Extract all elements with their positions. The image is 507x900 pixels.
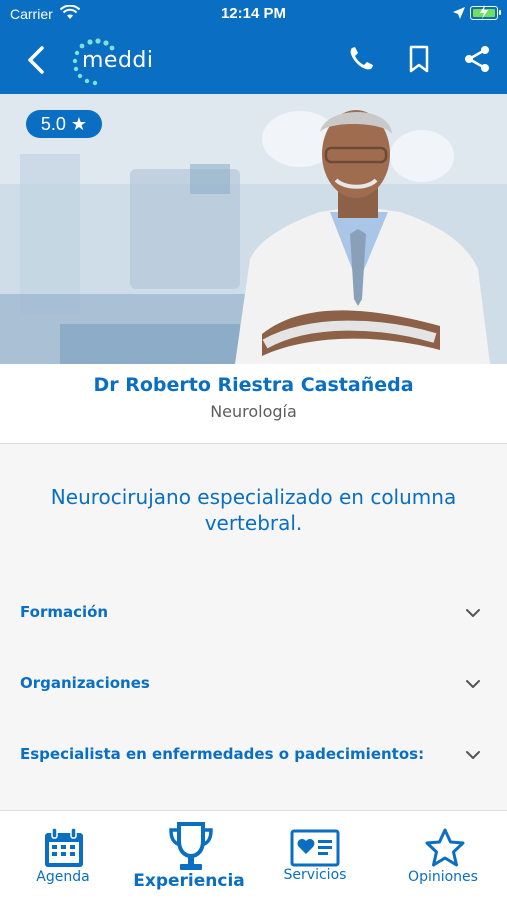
tab-servicios[interactable]: Servicios <box>252 811 378 900</box>
section-especialista[interactable]: Especialista en enfermedades o padecimie… <box>0 731 507 781</box>
doctor-bio: Neurocirujano especializado en columna v… <box>50 485 457 535</box>
doctor-specialty: Neurología <box>210 402 297 421</box>
doctor-name: Dr Roberto Riestra Castañeda <box>93 374 414 396</box>
share-icon[interactable] <box>462 44 492 74</box>
doctor-photo: 5.0 ★ <box>0 94 507 364</box>
section-label: Organizaciones <box>20 674 150 692</box>
section-formacion[interactable]: Formación <box>0 589 507 639</box>
bookmark-icon[interactable] <box>404 44 434 74</box>
star-icon <box>425 828 465 867</box>
section-organizaciones[interactable]: Organizaciones <box>0 660 507 710</box>
status-bar: Carrier 12:14 PM <box>0 0 507 30</box>
tab-label: Opiniones <box>408 869 478 885</box>
tab-experiencia[interactable]: Experiencia <box>126 811 252 900</box>
chevron-down-icon <box>466 680 480 688</box>
calendar-icon <box>45 827 83 867</box>
trophy-icon <box>169 822 213 870</box>
tab-opiniones[interactable]: Opiniones <box>380 811 506 900</box>
app-header: Carrier 12:14 PM meddi <box>0 0 507 94</box>
status-time: 12:14 PM <box>220 5 287 22</box>
tab-label: Servicios <box>283 867 347 883</box>
phone-icon[interactable] <box>346 44 376 74</box>
tab-label: Experiencia <box>133 871 245 891</box>
tab-label: Agenda <box>36 869 90 885</box>
rating-badge: 5.0 ★ <box>26 110 102 138</box>
section-label: Formación <box>20 603 109 621</box>
battery-icon <box>470 5 501 20</box>
meddi-logo: meddi <box>68 36 168 86</box>
services-card-icon <box>290 829 340 867</box>
logo-text: meddi <box>82 48 154 73</box>
chevron-down-icon <box>466 609 480 617</box>
tab-agenda[interactable]: Agenda <box>0 811 126 900</box>
section-label: Especialista en enfermedades o padecimie… <box>20 745 425 763</box>
chevron-down-icon <box>466 751 480 759</box>
back-chevron-icon[interactable] <box>22 44 52 76</box>
bottom-tab-bar: Agenda Experiencia Servicios Opiniones <box>0 810 507 900</box>
location-arrow-icon <box>453 7 465 19</box>
nav-bar: meddi <box>0 30 507 94</box>
doctor-identity: Dr Roberto Riestra Castañeda Neurología <box>0 364 507 444</box>
